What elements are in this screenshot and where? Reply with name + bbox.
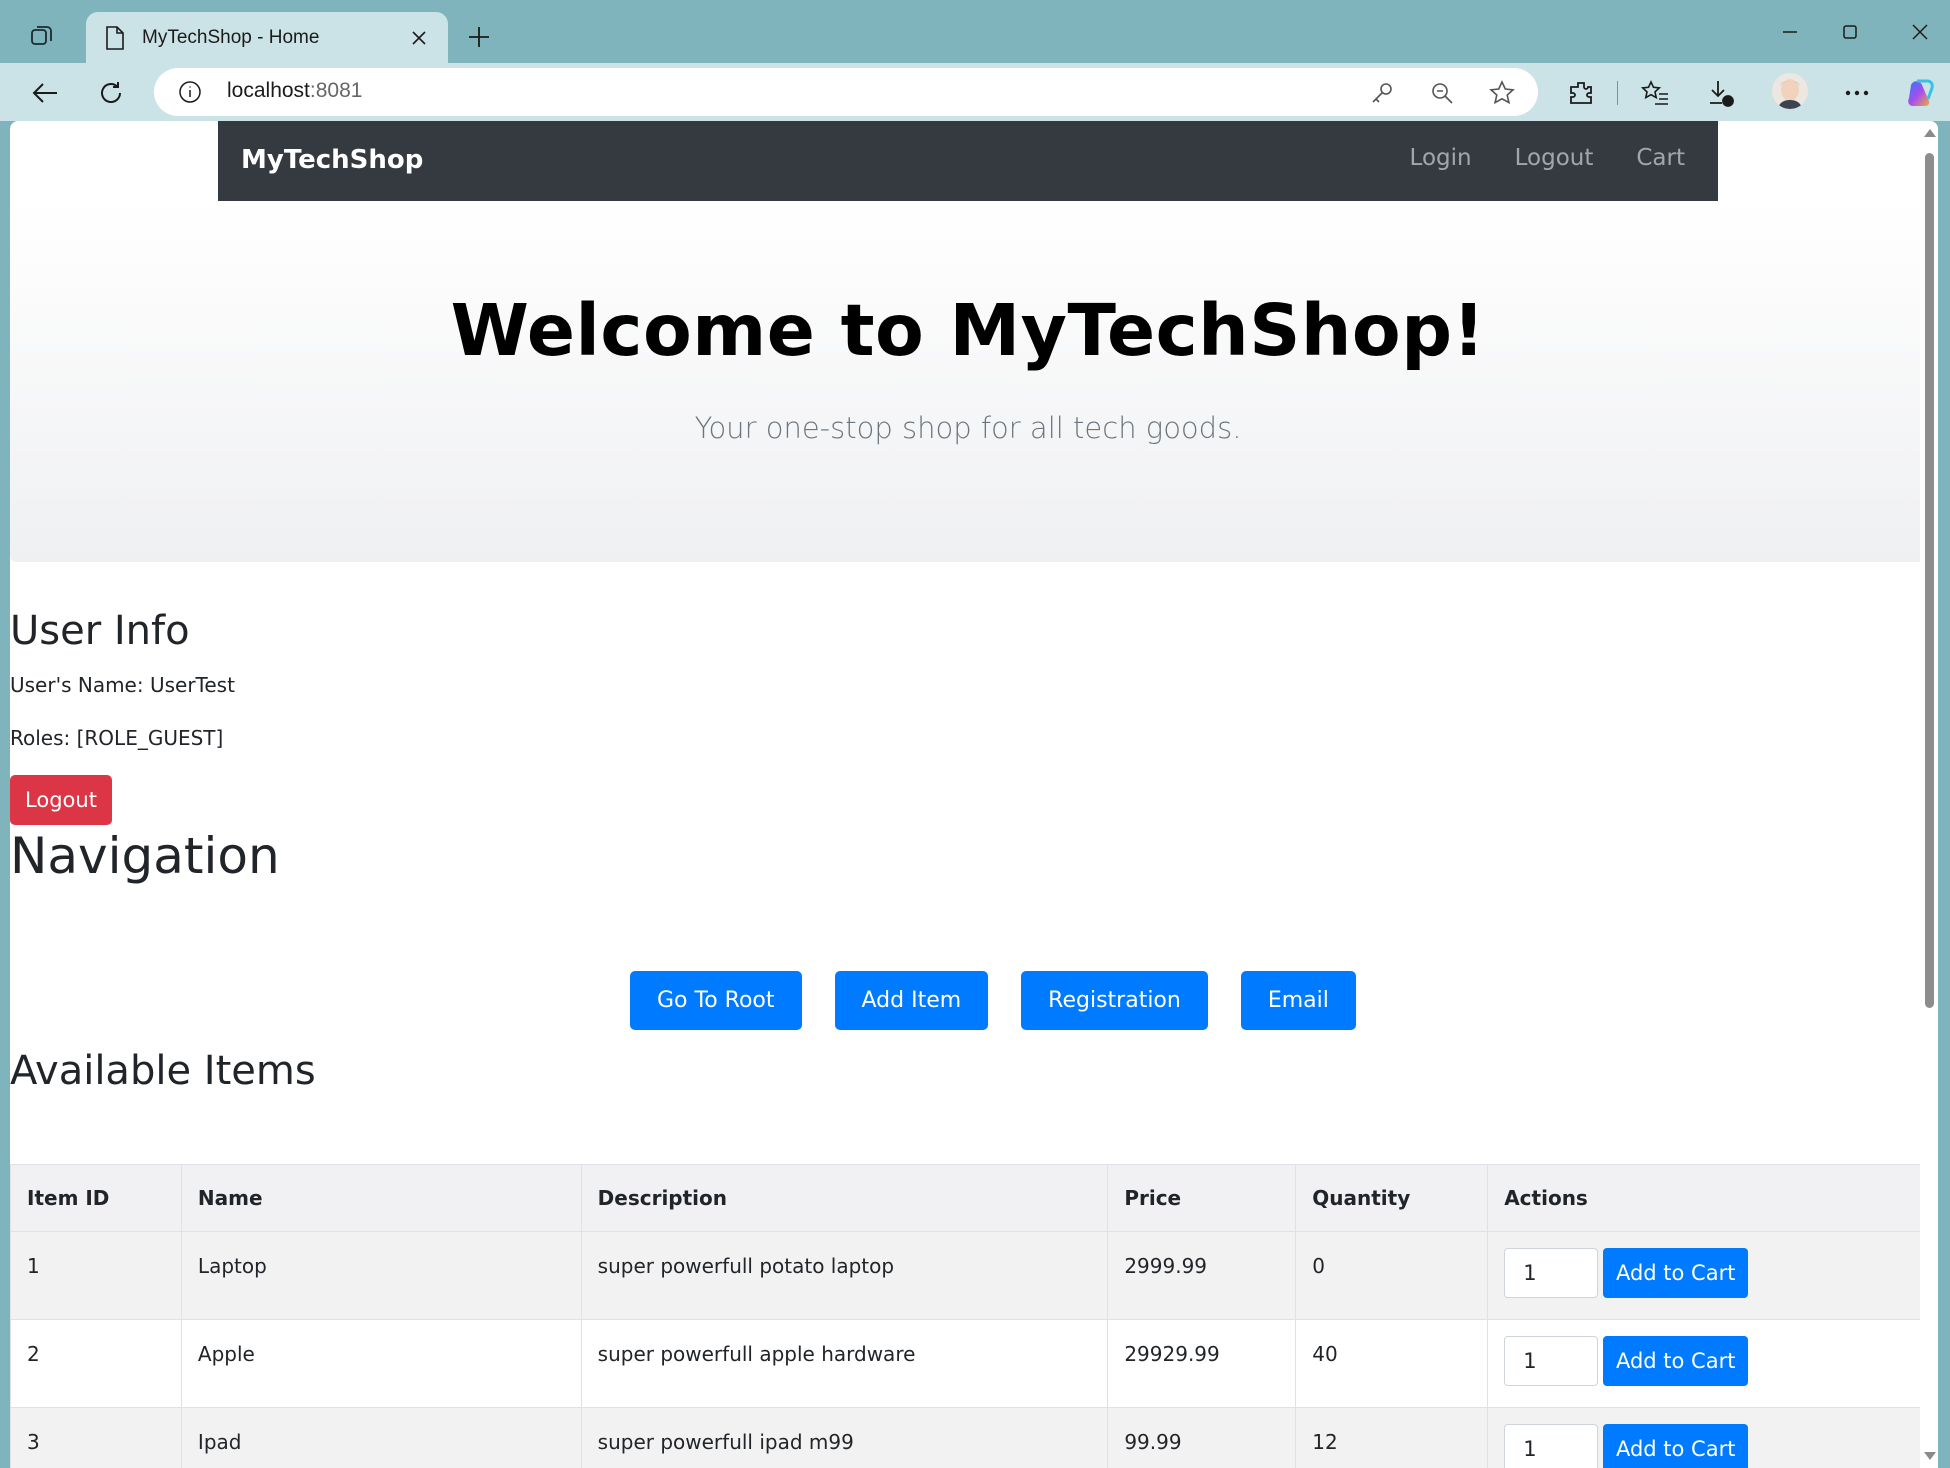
tab-title: MyTechShop - Home (142, 26, 320, 48)
scroll-up-arrow-icon[interactable] (1924, 129, 1936, 137)
user-name-text: User's Name: UserTest (10, 673, 235, 697)
quantity-input[interactable]: 1 (1504, 1424, 1599, 1468)
nav-cart-link[interactable]: Cart (1636, 145, 1685, 171)
col-price: Price (1107, 1164, 1297, 1232)
more-options-icon[interactable] (1836, 72, 1878, 114)
zoom-out-icon[interactable] (1426, 77, 1458, 109)
items-table: Item ID Name Description Price Quantity … (10, 1164, 1926, 1468)
browser-toolbar: localhost:8081 (0, 63, 1950, 121)
item-quantity-cell: 40 (1295, 1319, 1489, 1408)
user-roles-text: Roles: [ROLE_GUEST] (10, 726, 224, 750)
browser-tab-active[interactable]: MyTechShop - Home (86, 12, 448, 63)
close-tab-icon[interactable] (404, 23, 434, 53)
navigation-buttons: Go To Root Add Item Registration Email (630, 971, 1356, 1031)
item-description-cell: super powerfull ipad m99 (580, 1407, 1109, 1468)
password-key-icon[interactable] (1366, 77, 1398, 109)
toolbar-separator (1617, 81, 1618, 105)
navbar-links: Login Logout Cart (1410, 145, 1685, 171)
refresh-icon[interactable] (90, 72, 132, 114)
item-price-cell: 2999.99 (1107, 1231, 1297, 1320)
col-item-id: Item ID (10, 1164, 182, 1232)
table-header-row: Item ID Name Description Price Quantity … (10, 1164, 1926, 1232)
navigation-heading: Navigation (10, 827, 280, 885)
item-actions-cell: 1 Add to Cart (1487, 1407, 1926, 1468)
page-scrollbar[interactable] (1920, 121, 1938, 1468)
site-navbar: MyTechShop Login Logout Cart (218, 121, 1718, 201)
add-item-button[interactable]: Add Item (834, 971, 989, 1030)
copilot-icon[interactable] (1900, 72, 1942, 114)
col-quantity: Quantity (1295, 1164, 1489, 1232)
downloads-icon[interactable] (1700, 72, 1742, 114)
item-name-cell: Apple (180, 1319, 582, 1408)
minimize-icon[interactable] (1760, 10, 1820, 54)
email-button[interactable]: Email (1240, 971, 1356, 1030)
item-description-cell: super powerfull apple hardware (580, 1319, 1109, 1408)
favorites-icon[interactable] (1634, 72, 1676, 114)
profile-avatar[interactable] (1772, 73, 1808, 109)
col-name: Name (180, 1164, 582, 1232)
registration-button[interactable]: Registration (1021, 971, 1208, 1030)
extensions-icon[interactable] (1560, 72, 1602, 114)
address-bar[interactable]: localhost:8081 (154, 68, 1538, 116)
close-window-icon[interactable] (1890, 10, 1950, 54)
user-info-heading: User Info (10, 608, 190, 654)
item-price-cell: 29929.99 (1107, 1319, 1297, 1408)
site-info-icon[interactable] (178, 80, 202, 104)
browser-tab-strip: MyTechShop - Home (0, 0, 1950, 63)
table-row: 1 Laptop super powerfull potato laptop 2… (10, 1231, 1926, 1320)
back-icon[interactable] (24, 72, 66, 114)
new-tab-icon[interactable] (460, 18, 498, 56)
logout-button[interactable]: Logout (10, 775, 112, 825)
hero-jumbotron: Welcome to MyTechShop! Your one-stop sho… (10, 201, 1926, 562)
page-viewport: MyTechShop Login Logout Cart Welcome to … (10, 121, 1938, 1468)
item-name-cell: Ipad (180, 1407, 582, 1468)
nav-logout-link[interactable]: Logout (1515, 145, 1594, 171)
item-id-cell: 3 (10, 1407, 182, 1468)
item-id-cell: 1 (10, 1231, 182, 1320)
tab-actions-icon[interactable] (20, 16, 64, 56)
brand-logo-text[interactable]: MyTechShop (241, 145, 423, 175)
add-to-cart-button[interactable]: Add to Cart (1603, 1248, 1749, 1298)
scrollbar-thumb[interactable] (1925, 153, 1934, 1008)
item-quantity-cell: 0 (1295, 1231, 1489, 1320)
url-text: localhost:8081 (227, 79, 363, 102)
add-to-cart-button[interactable]: Add to Cart (1603, 1424, 1749, 1468)
item-price-cell: 99.99 (1107, 1407, 1297, 1468)
go-to-root-button[interactable]: Go To Root (630, 971, 802, 1030)
maximize-icon[interactable] (1820, 10, 1880, 54)
add-to-cart-button[interactable]: Add to Cart (1603, 1336, 1749, 1386)
col-description: Description (580, 1164, 1109, 1232)
col-actions: Actions (1487, 1164, 1926, 1232)
favorite-star-icon[interactable] (1486, 77, 1518, 109)
table-row: 3 Ipad super powerfull ipad m99 99.99 12… (10, 1407, 1926, 1468)
quantity-input[interactable]: 1 (1504, 1336, 1599, 1386)
available-items-heading: Available Items (10, 1048, 316, 1094)
item-id-cell: 2 (10, 1319, 182, 1408)
item-description-cell: super powerfull potato laptop (580, 1231, 1109, 1320)
site-root: MyTechShop Login Logout Cart Welcome to … (10, 121, 1926, 1468)
table-row: 2 Apple super powerfull apple hardware 2… (10, 1319, 1926, 1408)
hero-subtitle: Your one-stop shop for all tech goods. (694, 411, 1242, 445)
quantity-input[interactable]: 1 (1504, 1248, 1599, 1298)
scroll-down-arrow-icon[interactable] (1924, 1452, 1936, 1460)
item-actions-cell: 1 Add to Cart (1487, 1319, 1926, 1408)
item-name-cell: Laptop (180, 1231, 582, 1320)
hero-title: Welcome to MyTechShop! (450, 289, 1486, 372)
item-quantity-cell: 12 (1295, 1407, 1489, 1468)
nav-login-link[interactable]: Login (1410, 145, 1472, 171)
item-actions-cell: 1 Add to Cart (1487, 1231, 1926, 1320)
page-icon (104, 25, 126, 51)
